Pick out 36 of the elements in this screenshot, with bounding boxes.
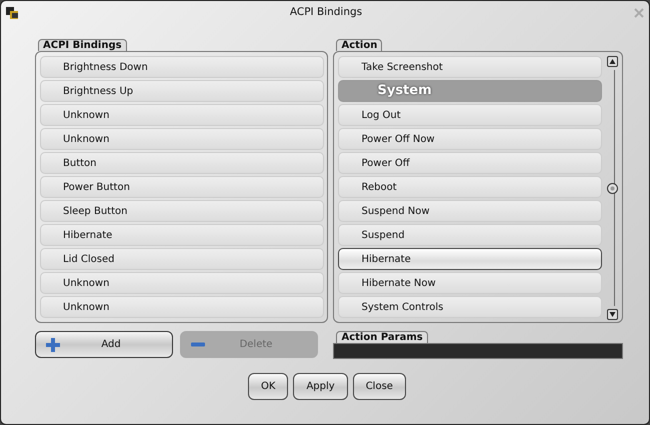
down-arrow-icon: [608, 311, 616, 318]
app-icon: [5, 6, 19, 20]
binding-item[interactable]: Brightness Up: [40, 80, 324, 102]
plus-icon: [46, 338, 60, 352]
action-item[interactable]: Power Off: [338, 152, 602, 174]
add-button[interactable]: Add: [35, 331, 173, 358]
binding-item[interactable]: Hibernate: [40, 224, 324, 246]
binding-item[interactable]: Sleep Button: [40, 200, 324, 222]
up-arrow-icon: [608, 58, 616, 65]
params-field[interactable]: [333, 343, 623, 359]
action-item[interactable]: Log Out: [338, 104, 602, 126]
binding-item[interactable]: Brightness Down: [40, 56, 324, 78]
action-item[interactable]: Take Screenshot: [338, 56, 602, 78]
action-item[interactable]: Reboot: [338, 176, 602, 198]
minus-icon: [191, 342, 205, 347]
dialog-button[interactable]: Close: [352, 373, 406, 400]
binding-item[interactable]: Button: [40, 152, 324, 174]
binding-item[interactable]: Unknown: [40, 296, 324, 318]
dialog-button[interactable]: OK: [248, 373, 288, 400]
scroll-up-button[interactable]: [606, 56, 618, 67]
action-item[interactable]: Hibernate: [338, 248, 602, 270]
scroll-thumb[interactable]: [606, 182, 618, 194]
action-item[interactable]: Suspend Now: [338, 200, 602, 222]
binding-item[interactable]: Unknown: [40, 272, 324, 294]
dialog-button[interactable]: Apply: [293, 373, 348, 400]
binding-item[interactable]: Power Button: [40, 176, 324, 198]
binding-item[interactable]: Unknown: [40, 104, 324, 126]
category-header: System: [338, 80, 602, 102]
action-item[interactable]: Suspend: [338, 224, 602, 246]
binding-item[interactable]: Unknown: [40, 128, 324, 150]
binding-item[interactable]: Lid Closed: [40, 248, 324, 270]
action-item[interactable]: System Controls: [338, 296, 602, 318]
scroll-down-button[interactable]: [606, 309, 618, 320]
action-item[interactable]: Power Off Now: [338, 128, 602, 150]
action-item[interactable]: Hibernate Now: [338, 272, 602, 294]
window-title: ACPI Bindings: [288, 5, 364, 20]
